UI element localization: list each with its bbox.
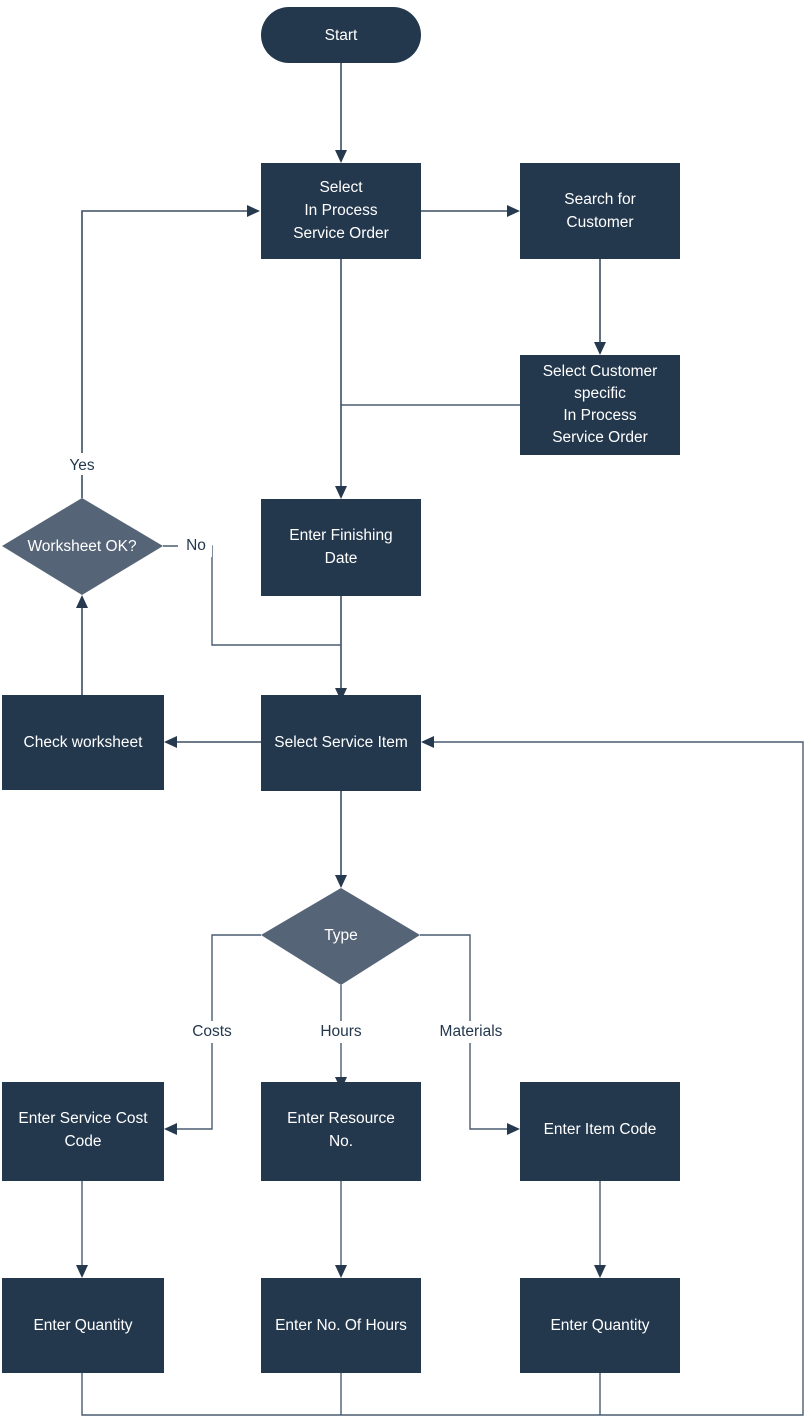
flowchart-canvas: Select In Process (loop up-left) --> dow… xyxy=(0,0,807,1425)
node-select-service-item[interactable]: Select Service Item xyxy=(261,695,421,791)
node-select-in-process-service-order[interactable]: Select In Process Service Order xyxy=(261,163,421,259)
node-enter-no-of-hours[interactable]: Enter No. Of Hours xyxy=(261,1278,421,1373)
edge-label-costs: Costs xyxy=(192,1023,232,1040)
select-in-process-label-line2: In Process xyxy=(304,202,377,219)
arrow-select-to-finishing xyxy=(335,486,347,499)
edge-label-no: No xyxy=(186,537,206,554)
arrow-type-materials xyxy=(507,1123,520,1135)
node-enter-quantity-left[interactable]: Enter Quantity xyxy=(2,1278,164,1373)
search-customer-shape xyxy=(520,163,680,259)
search-customer-label-line1: Search for xyxy=(564,191,636,208)
enter-cost-code-shape xyxy=(2,1082,164,1181)
type-decision-label: Type xyxy=(324,927,358,944)
enter-cost-code-label-line1: Enter Service Cost xyxy=(18,1110,148,1127)
search-customer-label-line2: Customer xyxy=(566,214,633,231)
select-cust-spec-label-line2: specific xyxy=(574,385,626,402)
node-enter-resource-no[interactable]: Enter Resource No. xyxy=(261,1082,421,1181)
worksheet-ok-label: Worksheet OK? xyxy=(27,538,137,555)
check-worksheet-label: Check worksheet xyxy=(24,734,144,751)
select-service-item-label: Select Service Item xyxy=(274,734,408,751)
edge-label-materials: Materials xyxy=(440,1023,503,1040)
select-in-process-label-line1: Select xyxy=(319,179,363,196)
edge-label-yes: Yes xyxy=(69,457,95,474)
start-label: Start xyxy=(325,27,358,44)
arrow-worksheetok-yes xyxy=(247,205,260,217)
node-check-worksheet[interactable]: Check worksheet xyxy=(2,695,164,790)
node-worksheet-ok-decision[interactable]: Worksheet OK? xyxy=(2,498,163,595)
arrow-serviceitem-to-checkworksheet xyxy=(164,736,177,748)
select-cust-spec-label-line3: In Process xyxy=(563,407,636,424)
node-select-customer-specific-service-order[interactable]: Select Customer specific In Process Serv… xyxy=(520,355,680,455)
enter-resource-no-shape xyxy=(261,1082,421,1181)
node-enter-finishing-date[interactable]: Enter Finishing Date xyxy=(261,499,421,596)
enter-finishing-shape xyxy=(261,499,421,596)
edge-bottom-return-loop-left xyxy=(81,741,804,1416)
enter-finishing-label-line2: Date xyxy=(325,550,358,567)
select-cust-spec-label-line1: Select Customer xyxy=(543,363,658,380)
arrow-costcode-to-qtyleft xyxy=(76,1265,88,1278)
enter-quantity-left-label: Enter Quantity xyxy=(33,1317,132,1334)
enter-finishing-label-line1: Enter Finishing xyxy=(289,527,392,544)
enter-cost-code-label-line2: Code xyxy=(64,1133,101,1150)
connector-layer: Select In Process (loop up-left) --> dow… xyxy=(76,63,804,1416)
enter-item-code-label: Enter Item Code xyxy=(544,1121,657,1138)
enter-quantity-right-label: Enter Quantity xyxy=(550,1317,649,1334)
node-enter-service-cost-code[interactable]: Enter Service Cost Code xyxy=(2,1082,164,1181)
arrow-return-to-serviceitem xyxy=(421,736,434,748)
select-in-process-label-line3: Service Order xyxy=(293,225,389,242)
node-start[interactable]: Start xyxy=(261,7,421,63)
edge-worksheetok-yes xyxy=(81,210,252,498)
arrow-type-costs xyxy=(164,1123,177,1135)
node-type-decision[interactable]: Type xyxy=(261,888,420,985)
node-search-for-customer[interactable]: Search for Customer xyxy=(520,163,680,259)
arrow-start-to-select xyxy=(335,150,347,163)
arrow-search-to-custspec xyxy=(594,342,606,355)
arrow-select-to-search xyxy=(507,205,520,217)
arrow-checkworksheet-to-worksheetok xyxy=(76,595,88,608)
enter-resource-no-label-line1: Enter Resource xyxy=(287,1110,395,1127)
edge-label-hours: Hours xyxy=(320,1023,362,1040)
arrow-serviceitem-to-type xyxy=(335,875,347,888)
arrow-itemcode-to-qtyright xyxy=(594,1265,606,1278)
select-cust-spec-label-line4: Service Order xyxy=(552,429,648,446)
arrow-resourceno-to-hours xyxy=(335,1265,347,1278)
enter-resource-no-label-line2: No. xyxy=(329,1133,353,1150)
node-enter-item-code[interactable]: Enter Item Code xyxy=(520,1082,680,1181)
node-enter-quantity-right[interactable]: Enter Quantity xyxy=(520,1278,680,1373)
enter-hours-label: Enter No. Of Hours xyxy=(275,1317,407,1334)
flowchart-svg: Select In Process (loop up-left) --> dow… xyxy=(2,7,804,1416)
